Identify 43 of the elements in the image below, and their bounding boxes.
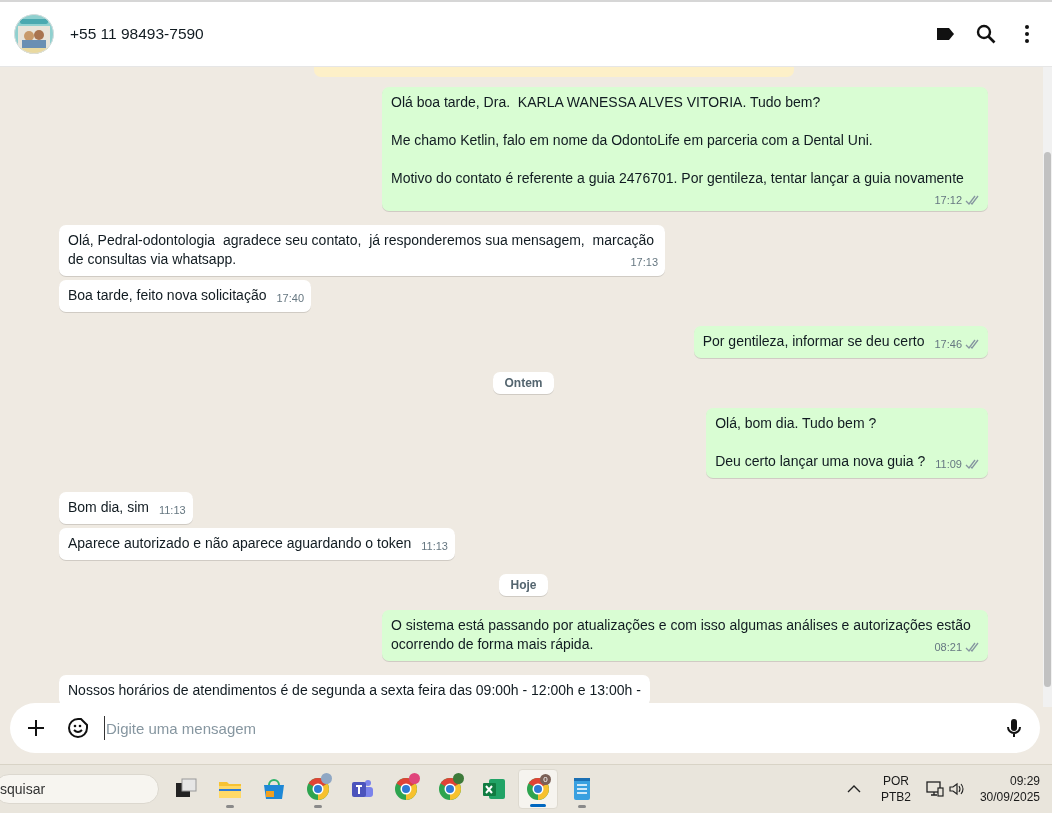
message-time: 17:13 xyxy=(630,255,658,270)
message-time: 11:13 xyxy=(158,503,186,518)
taskbar-app-button[interactable]: 0 xyxy=(518,769,558,809)
message-text: Boa tarde, feito nova solicitação 17:40 xyxy=(68,286,302,305)
chrome-icon xyxy=(436,775,464,803)
keyboard-layout[interactable]: PTB2 xyxy=(880,789,911,805)
search-field[interactable]: squisar xyxy=(0,774,159,804)
message-text: Bom dia, sim 11:13 xyxy=(68,498,184,517)
message-time: 11:13 xyxy=(421,539,448,554)
message-text: Olá boa tarde, Dra. KARLA WANESSA ALVES VITORIA. Tudo bem? xyxy=(391,93,822,112)
scrollbar[interactable] xyxy=(1043,67,1052,707)
contact-name: +55 11 98493-7590 xyxy=(70,25,204,43)
clock-time[interactable]: 09:29 xyxy=(1009,773,1040,789)
microphone-icon[interactable] xyxy=(1004,717,1024,739)
chrome-icon xyxy=(392,775,420,803)
message-input[interactable]: Digite uma mensagem xyxy=(104,716,1004,740)
message-time: 17:46 xyxy=(934,337,962,352)
message-time: 11:09 xyxy=(935,457,962,472)
message-time: 17:40 xyxy=(276,291,304,306)
clock-date[interactable]: 30/09/2025 xyxy=(979,789,1040,805)
plus-icon[interactable] xyxy=(26,718,46,738)
search-icon[interactable] xyxy=(975,23,997,45)
message-time: 17:12 xyxy=(934,193,962,208)
message-text: Olá, bom dia. Tudo bem ? xyxy=(715,414,878,433)
message-composer[interactable]: Digite uma mensagem xyxy=(10,703,1040,753)
date-chip: Hoje xyxy=(499,574,548,596)
message-text: Olá, Pedral-odontologia agradece seu contato, já responderemos sua mensagem, marcação de consultas via whatsapp. 17:13 xyxy=(68,231,656,269)
sticker-icon[interactable] xyxy=(66,716,90,740)
chevron-up-icon[interactable] xyxy=(846,784,861,794)
chrome-icon xyxy=(304,775,332,803)
message-text: Por gentileza, informar se deu certo 17:46 xyxy=(702,332,979,351)
language-indicator[interactable]: POR xyxy=(882,773,909,789)
message-time: 08:21 xyxy=(934,640,962,655)
message-text: O sistema está passando por atualizações e com isso algumas análises e autorizações estão ocorrendo de forma mais rápida. 08:21 xyxy=(391,616,979,654)
notification-badge: 0 xyxy=(540,774,551,785)
date-chip: Ontem xyxy=(493,372,554,394)
network-icon[interactable] xyxy=(924,780,945,798)
volume-icon[interactable] xyxy=(947,781,966,797)
message-text: Aparece autorizado e não aparece aguardando o token 11:13 xyxy=(68,534,446,553)
message-text: Me chamo Ketlin, falo em nome da OdontoLife em parceria com a Dental Uni. xyxy=(391,131,874,150)
chrome-icon xyxy=(524,775,552,803)
message-text: Nossos horários de atendimentos é de segunda a sexta feira das 09:00h - 12:00h e 13:00h - xyxy=(68,681,641,700)
message-text: Deu certo lançar uma nova guia ? 11:09 xyxy=(715,452,979,471)
